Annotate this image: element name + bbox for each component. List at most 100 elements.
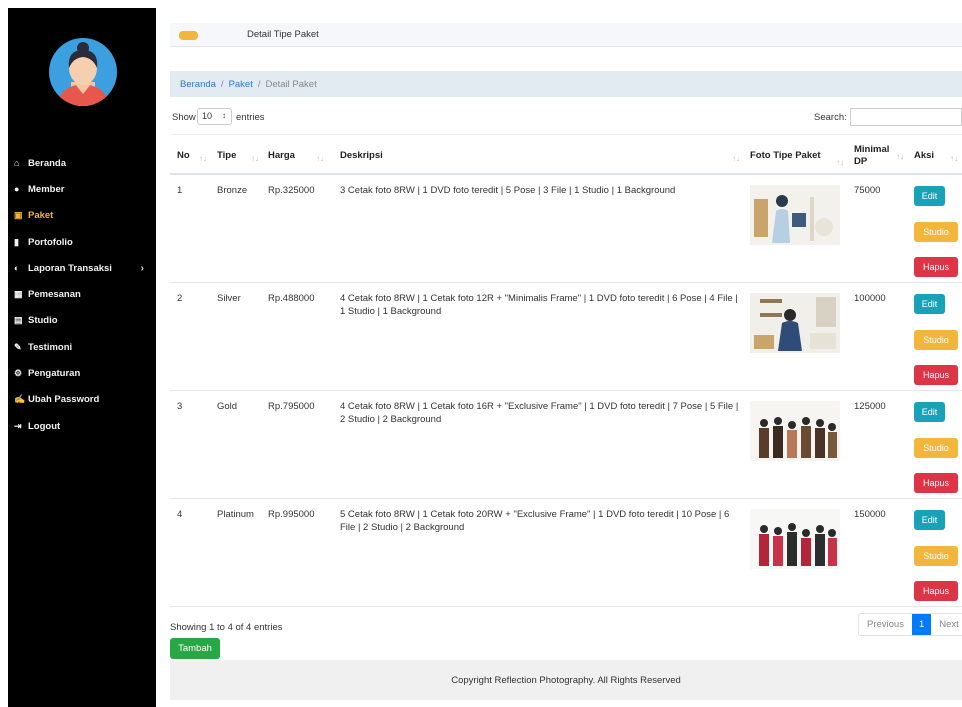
sort-icon: ↑↓ (316, 154, 324, 163)
header-label: Aksi (914, 150, 935, 161)
table-header: No ↑↓ Tipe ↑↓ Harga ↑↓ Deskripsi ↑↓ Foto Tip… (170, 134, 962, 175)
edit-button[interactable]: Edit (914, 510, 945, 530)
column-header-tipe[interactable]: Tipe ↑↓ (217, 135, 263, 176)
sort-icon: ↑↓ (836, 158, 844, 167)
sidebar-item-portofolio[interactable]: ▮ Portofolio (8, 229, 156, 255)
sort-icon: ↑↓ (732, 154, 740, 163)
entries-length-value: 10 (202, 111, 213, 121)
sidebar-item-label: Testimoni (28, 341, 73, 353)
pagination: Previous 1 Next (858, 613, 962, 636)
sort-icon: ↑↓ (950, 154, 958, 163)
edit-icon: ✍ (14, 394, 26, 405)
cell-deskripsi: 3 Cetak foto 8RW | 1 DVD foto teredit | … (340, 185, 676, 196)
pagination-page-1[interactable]: 1 (911, 614, 932, 635)
delete-button[interactable]: Hapus (914, 257, 958, 277)
column-header-dp[interactable]: Minimal DP ↑↓ (854, 135, 908, 176)
delete-button[interactable]: Hapus (914, 473, 958, 493)
sidebar-item-paket[interactable]: ▣ Paket (8, 203, 156, 229)
cell-deskripsi: 4 Cetak foto 8RW | 1 Cetak foto 12R + "M… (340, 293, 738, 317)
sidebar: ⌂ Beranda ● Member ▣ Paket ▮ Portofolio ◐ Laporan… (8, 8, 156, 707)
search-label: Search: (814, 112, 847, 123)
globe-icon: ◐ (14, 263, 20, 274)
select-arrows-icon: ↕ (222, 111, 226, 120)
menu-toggle-button[interactable] (179, 31, 198, 40)
sidebar-item-studio[interactable]: ▤ Studio (8, 308, 156, 334)
breadcrumb-paket-link[interactable]: Paket (229, 79, 253, 90)
studio-button[interactable]: Studio (914, 546, 958, 566)
table-row: 4 Platinum Rp.995000 5 Cetak foto 8RW | … (170, 499, 962, 607)
avatar (49, 38, 117, 106)
copyright-text: Copyright Reflection Photography. All Ri… (451, 674, 681, 686)
sidebar-item-label: Laporan Transaksi (28, 262, 112, 274)
cell-tipe: Silver (217, 293, 241, 304)
paket-table: No ↑↓ Tipe ↑↓ Harga ↑↓ Deskripsi ↑↓ Foto Tip… (170, 134, 962, 607)
studio-icon: ▤ (14, 315, 23, 326)
cell-dp: 150000 (854, 509, 886, 520)
edit-button[interactable]: Edit (914, 294, 945, 314)
cell-tipe: Platinum (217, 509, 254, 520)
cell-deskripsi: 4 Cetak foto 8RW | 1 Cetak foto 16R + "E… (340, 401, 739, 425)
topbar: Detail Tipe Paket (170, 23, 962, 47)
cell-harga: Rp.488000 (268, 293, 315, 304)
column-header-foto[interactable]: Foto Tipe Paket ↑↓ (750, 135, 848, 176)
sidebar-item-testimoni[interactable]: ✎ Testimoni (8, 334, 156, 360)
chevron-right-icon: › (140, 262, 144, 274)
pagination-next[interactable]: Next (931, 614, 962, 635)
cell-deskripsi: 5 Cetak foto 8RW | 1 Cetak foto 20RW + "… (340, 509, 730, 533)
calendar-icon: ▦ (14, 289, 23, 300)
sort-icon: ↑↓ (896, 152, 904, 161)
pencil-icon: ✎ (14, 341, 22, 352)
add-package-button[interactable]: Tambah (170, 638, 220, 659)
cell-no: 3 (177, 401, 183, 412)
header-label: Deskripsi (340, 150, 383, 161)
cell-tipe: Bronze (217, 185, 248, 196)
cell-no: 1 (177, 185, 183, 196)
cell-no: 4 (177, 509, 183, 520)
sidebar-item-label: Member (28, 183, 65, 195)
breadcrumb-current: Detail Paket (265, 78, 317, 90)
table-row: 3 Gold Rp.795000 4 Cetak foto 8RW | 1 Ce… (170, 391, 962, 499)
sidebar-item-logout[interactable]: ⇥ Logout (8, 413, 156, 439)
sidebar-item-laporan-transaksi[interactable]: ◐ Laporan Transaksi › (8, 255, 156, 281)
column-header-no[interactable]: No ↑↓ (177, 135, 211, 176)
image-icon: ▣ (14, 210, 23, 221)
sidebar-item-label: Studio (28, 315, 58, 327)
header-label: Harga (268, 150, 295, 161)
entries-length-select[interactable]: 10 ↕ (197, 108, 232, 125)
sidebar-item-member[interactable]: ● Member (8, 176, 156, 202)
sidebar-item-beranda[interactable]: ⌂ Beranda (8, 150, 156, 176)
breadcrumb: Beranda / Paket / Detail Paket (170, 71, 962, 97)
user-icon: ● (14, 184, 20, 195)
studio-button[interactable]: Studio (914, 438, 958, 458)
package-photo (750, 185, 840, 245)
sidebar-item-label: Paket (28, 210, 54, 222)
delete-button[interactable]: Hapus (914, 581, 958, 601)
sidebar-item-ubah-password[interactable]: ✍ Ubah Password (8, 387, 156, 413)
studio-button[interactable]: Studio (914, 330, 958, 350)
sidebar-item-label: Portofolio (28, 236, 73, 248)
sidebar-item-pengaturan[interactable]: ⚙ Pengaturan (8, 360, 156, 386)
column-header-deskripsi[interactable]: Deskripsi ↑↓ (340, 135, 744, 176)
cell-dp: 125000 (854, 401, 886, 412)
sidebar-item-label: Beranda (28, 157, 67, 169)
package-photo (750, 401, 840, 461)
delete-button[interactable]: Hapus (914, 365, 958, 385)
studio-button[interactable]: Studio (914, 222, 958, 242)
edit-button[interactable]: Edit (914, 186, 945, 206)
cell-dp: 100000 (854, 293, 886, 304)
column-header-aksi[interactable]: Aksi ↑↓ (914, 135, 962, 176)
header-label: Minimal DP (854, 143, 890, 167)
breadcrumb-home-link[interactable]: Beranda (180, 79, 216, 90)
sidebar-item-label: Pengaturan (28, 368, 81, 380)
sidebar-item-label: Pemesanan (28, 289, 81, 301)
edit-button[interactable]: Edit (914, 402, 945, 422)
table-row: 1 Bronze Rp.325000 3 Cetak foto 8RW | 1 … (170, 175, 962, 283)
column-header-harga[interactable]: Harga ↑↓ (268, 135, 328, 176)
table-info: Showing 1 to 4 of 4 entries (170, 622, 283, 633)
sidebar-nav: ⌂ Beranda ● Member ▣ Paket ▮ Portofolio ◐ Laporan… (8, 150, 156, 439)
sort-icon: ↑↓ (199, 154, 207, 163)
search-input[interactable] (850, 108, 962, 126)
sidebar-item-pemesanan[interactable]: ▦ Pemesanan (8, 281, 156, 307)
sidebar-item-label: Logout (28, 420, 61, 432)
pagination-previous[interactable]: Previous (859, 614, 912, 635)
